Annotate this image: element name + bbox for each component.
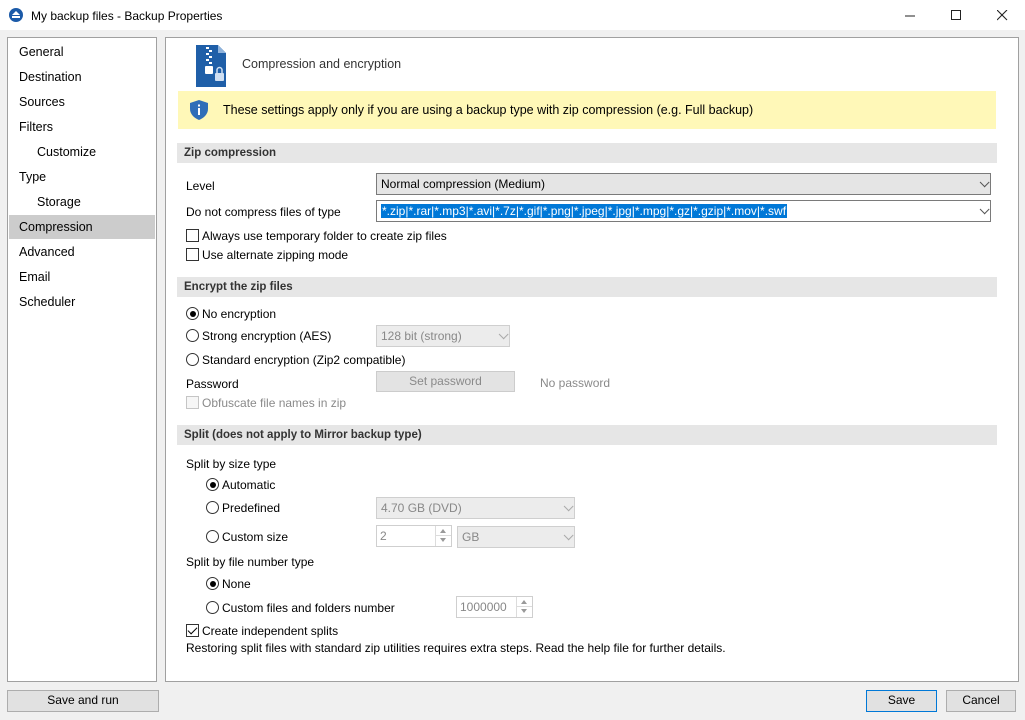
temp-folder-checkbox[interactable] xyxy=(186,229,199,242)
set-password-button[interactable]: Set password xyxy=(376,371,515,392)
custom-size-stepper[interactable]: 2 xyxy=(376,525,452,547)
info-text: These settings apply only if you are usi… xyxy=(223,103,754,117)
temp-folder-label[interactable]: Always use temporary folder to create zi… xyxy=(202,229,447,243)
split-automatic-label[interactable]: Automatic xyxy=(222,478,275,492)
chevron-down-icon xyxy=(563,530,574,541)
chevron-down-icon xyxy=(521,609,527,613)
save-and-run-button[interactable]: Save and run xyxy=(7,690,159,712)
password-label: Password xyxy=(186,377,239,391)
zip2-encryption-radio[interactable] xyxy=(186,353,199,366)
custom-size-value: 2 xyxy=(380,529,387,543)
app-icon xyxy=(9,8,23,22)
sidebar-item-advanced[interactable]: Advanced xyxy=(9,240,155,264)
split-custom-label[interactable]: Custom size xyxy=(222,530,288,544)
level-select[interactable]: Normal compression (Medium) xyxy=(376,173,991,195)
split-none-radio[interactable] xyxy=(206,577,219,590)
nocompress-value: *.zip|*.rar|*.mp3|*.avi|*.7z|*.gif|*.png… xyxy=(381,204,788,218)
chevron-down-icon xyxy=(979,177,990,188)
section-zip-compression: Zip compression xyxy=(177,143,997,163)
sidebar-item-scheduler[interactable]: Scheduler xyxy=(9,290,155,314)
stepper-buttons[interactable] xyxy=(516,597,532,617)
close-button[interactable] xyxy=(979,0,1025,31)
window-title: My backup files - Backup Properties xyxy=(31,9,223,23)
aes-encryption-radio[interactable] xyxy=(186,329,199,342)
zip2-encryption-label[interactable]: Standard encryption (Zip2 compatible) xyxy=(202,353,405,367)
split-file-number-label: Split by file number type xyxy=(186,555,315,569)
split-size-label: Split by size type xyxy=(186,457,277,471)
no-encryption-radio[interactable] xyxy=(186,307,199,320)
no-encryption-label[interactable]: No encryption xyxy=(202,307,276,321)
close-icon xyxy=(996,10,1007,21)
alt-mode-label[interactable]: Use alternate zipping mode xyxy=(202,248,348,262)
split-predefined-radio[interactable] xyxy=(206,501,219,514)
section-encrypt: Encrypt the zip files xyxy=(177,277,997,297)
sidebar-item-general[interactable]: General xyxy=(9,40,155,64)
info-shield-icon xyxy=(190,100,208,120)
sidebar-item-destination[interactable]: Destination xyxy=(9,65,155,89)
custom-unit-value: GB xyxy=(462,530,480,544)
split-custom-files-radio[interactable] xyxy=(206,601,219,614)
aes-strength-select[interactable]: 128 bit (strong) xyxy=(376,325,510,347)
predefined-size-value: 4.70 GB (DVD) xyxy=(381,501,462,515)
independent-splits-checkbox[interactable] xyxy=(186,624,199,637)
chevron-down-icon xyxy=(563,501,574,512)
chevron-down-icon xyxy=(440,538,446,542)
sidebar-item-sources[interactable]: Sources xyxy=(9,90,155,114)
nocompress-label: Do not compress files of type xyxy=(186,205,341,219)
independent-splits-label[interactable]: Create independent splits xyxy=(202,624,338,638)
split-custom-radio[interactable] xyxy=(206,530,219,543)
split-none-label[interactable]: None xyxy=(222,577,251,591)
sidebar-item-storage[interactable]: Storage xyxy=(9,190,155,214)
chevron-up-icon xyxy=(440,529,446,533)
nocompress-input[interactable]: *.zip|*.rar|*.mp3|*.avi|*.7z|*.gif|*.png… xyxy=(376,200,991,222)
chevron-up-icon xyxy=(521,600,527,604)
split-predefined-label[interactable]: Predefined xyxy=(222,501,280,515)
sidebar-item-customize[interactable]: Customize xyxy=(9,140,155,164)
minimize-icon xyxy=(904,15,915,17)
split-note: Restoring split files with standard zip … xyxy=(186,641,726,655)
maximize-icon xyxy=(950,10,961,20)
sidebar-item-type[interactable]: Type xyxy=(9,165,155,189)
stepper-buttons[interactable] xyxy=(435,526,451,546)
aes-encryption-label[interactable]: Strong encryption (AES) xyxy=(202,329,331,343)
split-custom-files-label[interactable]: Custom files and folders number xyxy=(222,601,395,615)
split-automatic-radio[interactable] xyxy=(206,478,219,491)
obfuscate-checkbox[interactable] xyxy=(186,396,199,409)
password-status: No password xyxy=(540,376,611,390)
alt-mode-checkbox[interactable] xyxy=(186,248,199,261)
chevron-down-icon xyxy=(498,329,509,340)
obfuscate-label[interactable]: Obfuscate file names in zip xyxy=(202,396,346,410)
section-split: Split (does not apply to Mirror backup t… xyxy=(177,425,997,445)
predefined-size-select[interactable]: 4.70 GB (DVD) xyxy=(376,497,575,519)
maximize-button[interactable] xyxy=(933,0,979,31)
zip-file-icon xyxy=(196,45,226,87)
cancel-button[interactable]: Cancel xyxy=(946,690,1016,712)
sidebar-item-compression[interactable]: Compression xyxy=(9,215,155,239)
minimize-button[interactable] xyxy=(887,0,933,31)
sidebar-nav: General Destination Sources Filters Cust… xyxy=(7,37,157,682)
aes-strength-value: 128 bit (strong) xyxy=(381,329,462,343)
save-button[interactable]: Save xyxy=(866,690,937,712)
custom-unit-select[interactable]: GB xyxy=(457,526,575,548)
page-title: Compression and encryption xyxy=(242,57,402,71)
sidebar-item-email[interactable]: Email xyxy=(9,265,155,289)
sidebar-item-filters[interactable]: Filters xyxy=(9,115,155,139)
level-label: Level xyxy=(186,179,215,193)
level-select-value: Normal compression (Medium) xyxy=(381,177,546,191)
chevron-down-icon xyxy=(979,204,990,215)
custom-files-value: 1000000 xyxy=(460,600,507,614)
custom-files-stepper[interactable]: 1000000 xyxy=(456,596,533,618)
